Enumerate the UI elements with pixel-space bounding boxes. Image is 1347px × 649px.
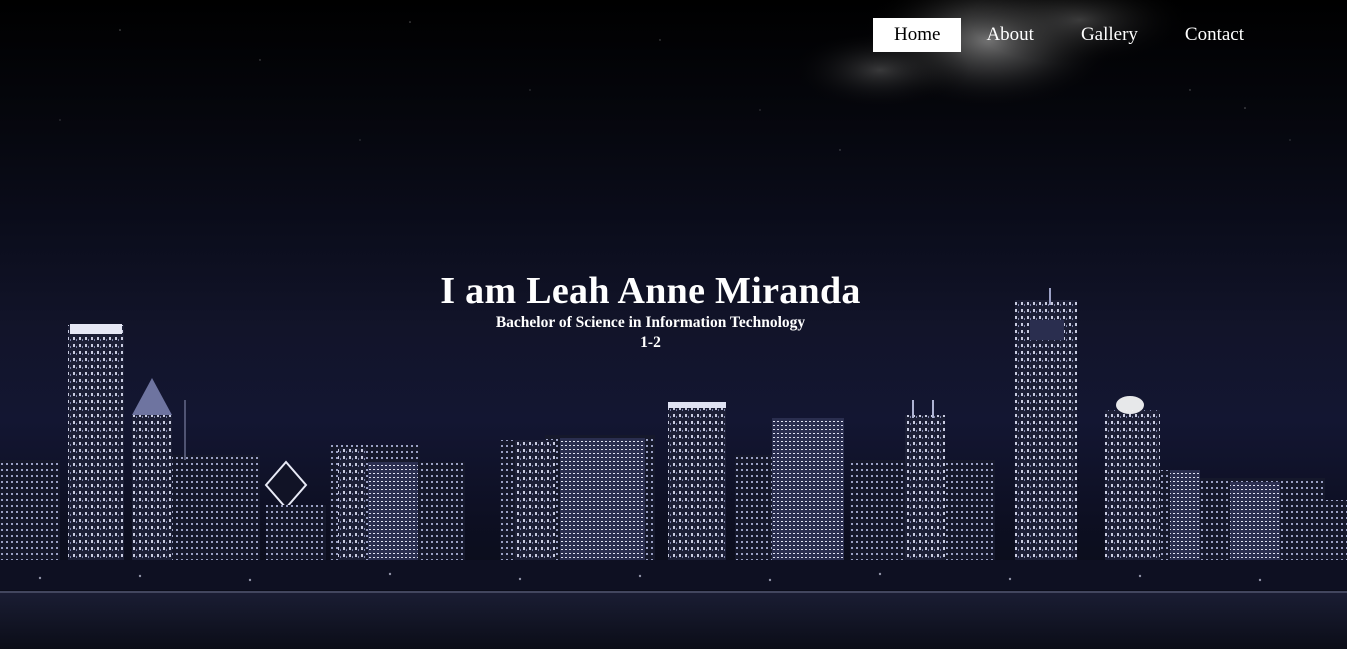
degree-text: Bachelor of Science in Information Techn…	[495, 314, 806, 331]
intro-block: I am Leah Anne Miranda Bachelor of Scien…	[0, 268, 1301, 353]
section-text: 1-2	[640, 334, 661, 351]
nav-gallery-link[interactable]: Gallery	[1059, 18, 1160, 52]
nav-contact-link[interactable]: Contact	[1163, 18, 1266, 52]
main-nav: Home About Gallery Contact	[873, 18, 1269, 52]
nav-about-link[interactable]: About	[964, 18, 1056, 52]
hero-heading: I am Leah Anne Miranda	[440, 270, 861, 312]
hero-section: Home About Gallery Contact I am Leah Ann…	[0, 0, 1347, 649]
nav-home-link[interactable]: Home	[873, 18, 962, 52]
